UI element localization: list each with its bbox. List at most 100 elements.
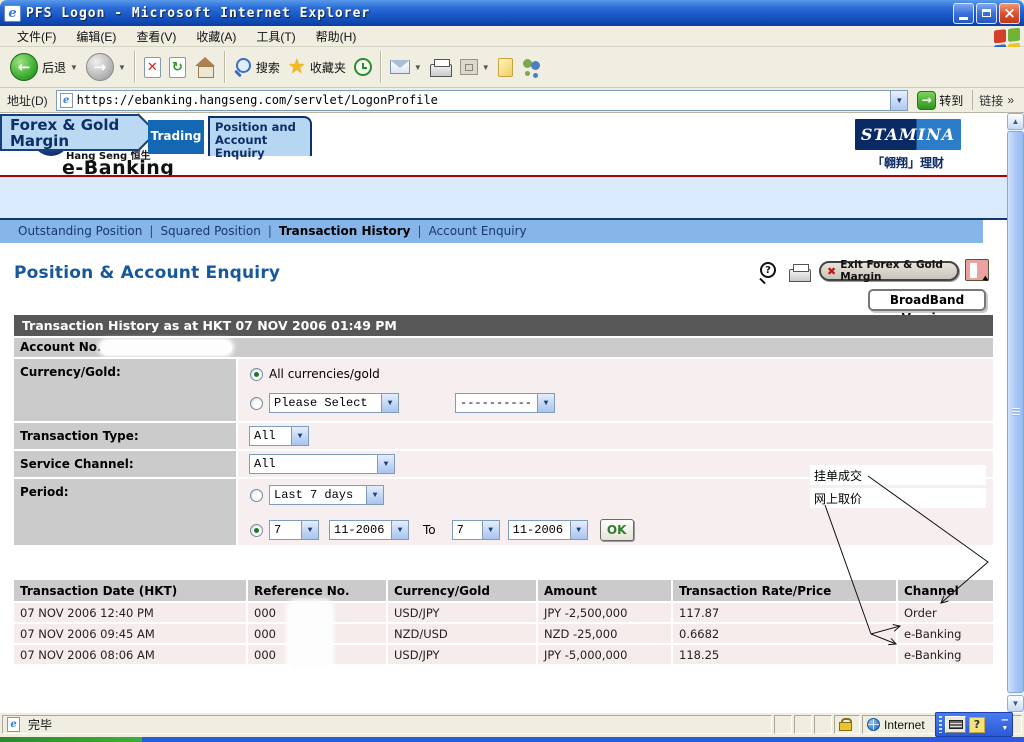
page-icon: e xyxy=(7,717,20,732)
last7-select[interactable]: Last 7 days ▼ xyxy=(269,485,384,505)
from-month-select[interactable]: 11-2006 ▼ xyxy=(329,520,409,540)
col-channel: Channel xyxy=(898,580,993,601)
currency-gold-label: Currency/Gold: xyxy=(14,359,236,421)
from-day-select[interactable]: 7 ▼ xyxy=(269,520,319,540)
messenger-button[interactable] xyxy=(517,55,547,79)
forward-button[interactable]: → ▼ xyxy=(82,51,130,83)
select-currency-radio[interactable] xyxy=(250,397,263,410)
refresh-button[interactable]: ↻ xyxy=(165,55,190,80)
transaction-type-select[interactable]: All ▼ xyxy=(249,426,309,446)
to-day-select[interactable]: 7 ▼ xyxy=(452,520,500,540)
search-button[interactable]: 搜索 xyxy=(230,56,284,78)
restore-button[interactable] xyxy=(976,3,997,24)
langbar-options-icon[interactable]: ▼ xyxy=(1001,725,1008,733)
currency-pair-select[interactable]: ---------- ▼ xyxy=(455,393,555,413)
home-icon xyxy=(194,57,216,77)
chevron-down-icon[interactable]: ▼ xyxy=(482,521,499,539)
links-button[interactable]: 链接 » xyxy=(972,90,1020,110)
status-bar: e 完毕 Internet xyxy=(0,712,1024,737)
page-title: Position & Account Enquiry xyxy=(14,263,280,283)
transaction-type-label: Transaction Type: xyxy=(14,423,236,449)
chevron-down-icon[interactable]: ▼ xyxy=(381,394,398,412)
broadband-version-button[interactable]: BroadBand Version xyxy=(868,289,986,311)
subnav-outstanding-position[interactable]: Outstanding Position xyxy=(14,224,146,238)
currency-select[interactable]: Please Select ▼ xyxy=(269,393,399,413)
annotation-order-note: 挂单成交 xyxy=(814,467,862,484)
scrollbar-thumb[interactable] xyxy=(1007,131,1024,693)
table-header-row: Transaction Date (HKT) Reference No. Cur… xyxy=(14,580,993,601)
resize-button[interactable]: ▼ xyxy=(456,57,494,77)
browser-window: e PFS Logon - Microsoft Internet Explore… xyxy=(0,0,1024,742)
vertical-scrollbar[interactable]: ▲ ▼ xyxy=(1007,113,1024,712)
menu-bar: 文件(F) 编辑(E) 查看(V) 收藏(A) 工具(T) 帮助(H) xyxy=(0,26,1024,47)
history-button[interactable] xyxy=(350,56,376,78)
chevron-down-icon[interactable]: ▼ xyxy=(377,455,394,473)
taskbar[interactable] xyxy=(0,737,1024,742)
menu-view[interactable]: 查看(V) xyxy=(127,26,185,47)
chevron-down-icon[interactable]: ▼ xyxy=(570,521,587,539)
go-button[interactable]: → 转到 xyxy=(913,91,967,110)
help-button[interactable]: ? xyxy=(760,262,780,282)
exit-forex-gold-margin-button[interactable]: ✖ Exit Forex & Gold Margin xyxy=(819,261,959,281)
subnav-squared-position[interactable]: Squared Position xyxy=(156,224,264,238)
scroll-down-icon[interactable]: ▼ xyxy=(1007,695,1024,712)
stop-icon: ✕ xyxy=(144,57,161,78)
print-button[interactable] xyxy=(426,56,456,79)
chevron-down-icon[interactable]: ▼ xyxy=(301,521,318,539)
exit-x-icon: ✖ xyxy=(827,265,836,278)
service-channel-select[interactable]: All ▼ xyxy=(249,454,395,474)
subnav-transaction-history[interactable]: Transaction History xyxy=(275,224,415,238)
menu-tools[interactable]: 工具(T) xyxy=(247,26,304,47)
drag-handle[interactable] xyxy=(939,716,942,733)
language-help-icon[interactable]: ? xyxy=(969,717,985,733)
back-button[interactable]: ← 后退 ▼ xyxy=(6,51,82,83)
stop-button[interactable]: ✕ xyxy=(140,55,165,80)
menu-file[interactable]: 文件(F) xyxy=(8,26,65,47)
last7-radio[interactable] xyxy=(250,489,263,502)
resize-dropdown-icon: ▼ xyxy=(482,63,490,72)
forward-dropdown-icon[interactable]: ▼ xyxy=(118,63,126,72)
chevron-down-icon[interactable]: ▼ xyxy=(537,394,554,412)
subnav-account-enquiry[interactable]: Account Enquiry xyxy=(425,224,531,238)
mail-button[interactable]: ▼ xyxy=(386,58,426,76)
scroll-up-icon[interactable]: ▲ xyxy=(1007,113,1024,130)
address-input[interactable]: e https://ebanking.hangseng.com/servlet/… xyxy=(56,90,909,111)
toolbar-separator xyxy=(134,51,136,83)
back-dropdown-icon[interactable]: ▼ xyxy=(70,63,78,72)
subnav-separator: | xyxy=(265,224,275,238)
print-page-button[interactable] xyxy=(789,269,811,282)
currency-gold-field: All currencies/gold Please Select ▼ ----… xyxy=(238,359,993,421)
address-url[interactable]: https://ebanking.hangseng.com/servlet/Lo… xyxy=(77,93,891,107)
chevron-down-icon[interactable]: ▼ xyxy=(391,521,408,539)
minimize-button[interactable] xyxy=(953,3,974,24)
langbar-minimize-icon[interactable]: − xyxy=(1001,717,1009,725)
address-dropdown-icon[interactable]: ▼ xyxy=(890,91,907,110)
date-range-radio[interactable] xyxy=(250,524,263,537)
close-button[interactable]: × xyxy=(999,3,1020,24)
home-button[interactable] xyxy=(190,55,220,79)
status-panel xyxy=(794,715,812,734)
chevron-down-icon[interactable]: ▼ xyxy=(291,427,308,445)
title-bar: e PFS Logon - Microsoft Internet Explore… xyxy=(0,0,1024,26)
all-currencies-radio[interactable] xyxy=(250,368,263,381)
edit-button[interactable] xyxy=(494,56,517,79)
transaction-type-field: All ▼ xyxy=(238,423,993,449)
search-label: 搜索 xyxy=(256,59,280,76)
menu-help[interactable]: 帮助(H) xyxy=(307,26,366,47)
reference-no-redacted xyxy=(288,601,332,669)
go-label: 转到 xyxy=(939,92,963,109)
ok-button[interactable]: OK xyxy=(600,519,634,541)
keyboard-icon[interactable] xyxy=(945,716,966,733)
annotation-quote-note: 网上取价 xyxy=(814,490,862,507)
logout-door-icon[interactable] xyxy=(965,259,989,281)
tab-position-account-enquiry[interactable]: Position and Account Enquiry xyxy=(208,116,312,156)
to-month-select[interactable]: 11-2006 ▼ xyxy=(508,520,588,540)
start-button-edge[interactable] xyxy=(0,737,142,742)
chevron-down-icon[interactable]: ▼ xyxy=(366,486,383,504)
mail-dropdown-icon[interactable]: ▼ xyxy=(414,63,422,72)
favorites-button[interactable]: ★ 收藏夹 xyxy=(284,55,350,79)
menu-edit[interactable]: 编辑(E) xyxy=(67,26,125,47)
menu-favorites[interactable]: 收藏(A) xyxy=(187,26,245,47)
tab-trading[interactable]: Trading xyxy=(148,120,206,154)
language-bar[interactable]: ? − ▼ xyxy=(935,712,1013,737)
